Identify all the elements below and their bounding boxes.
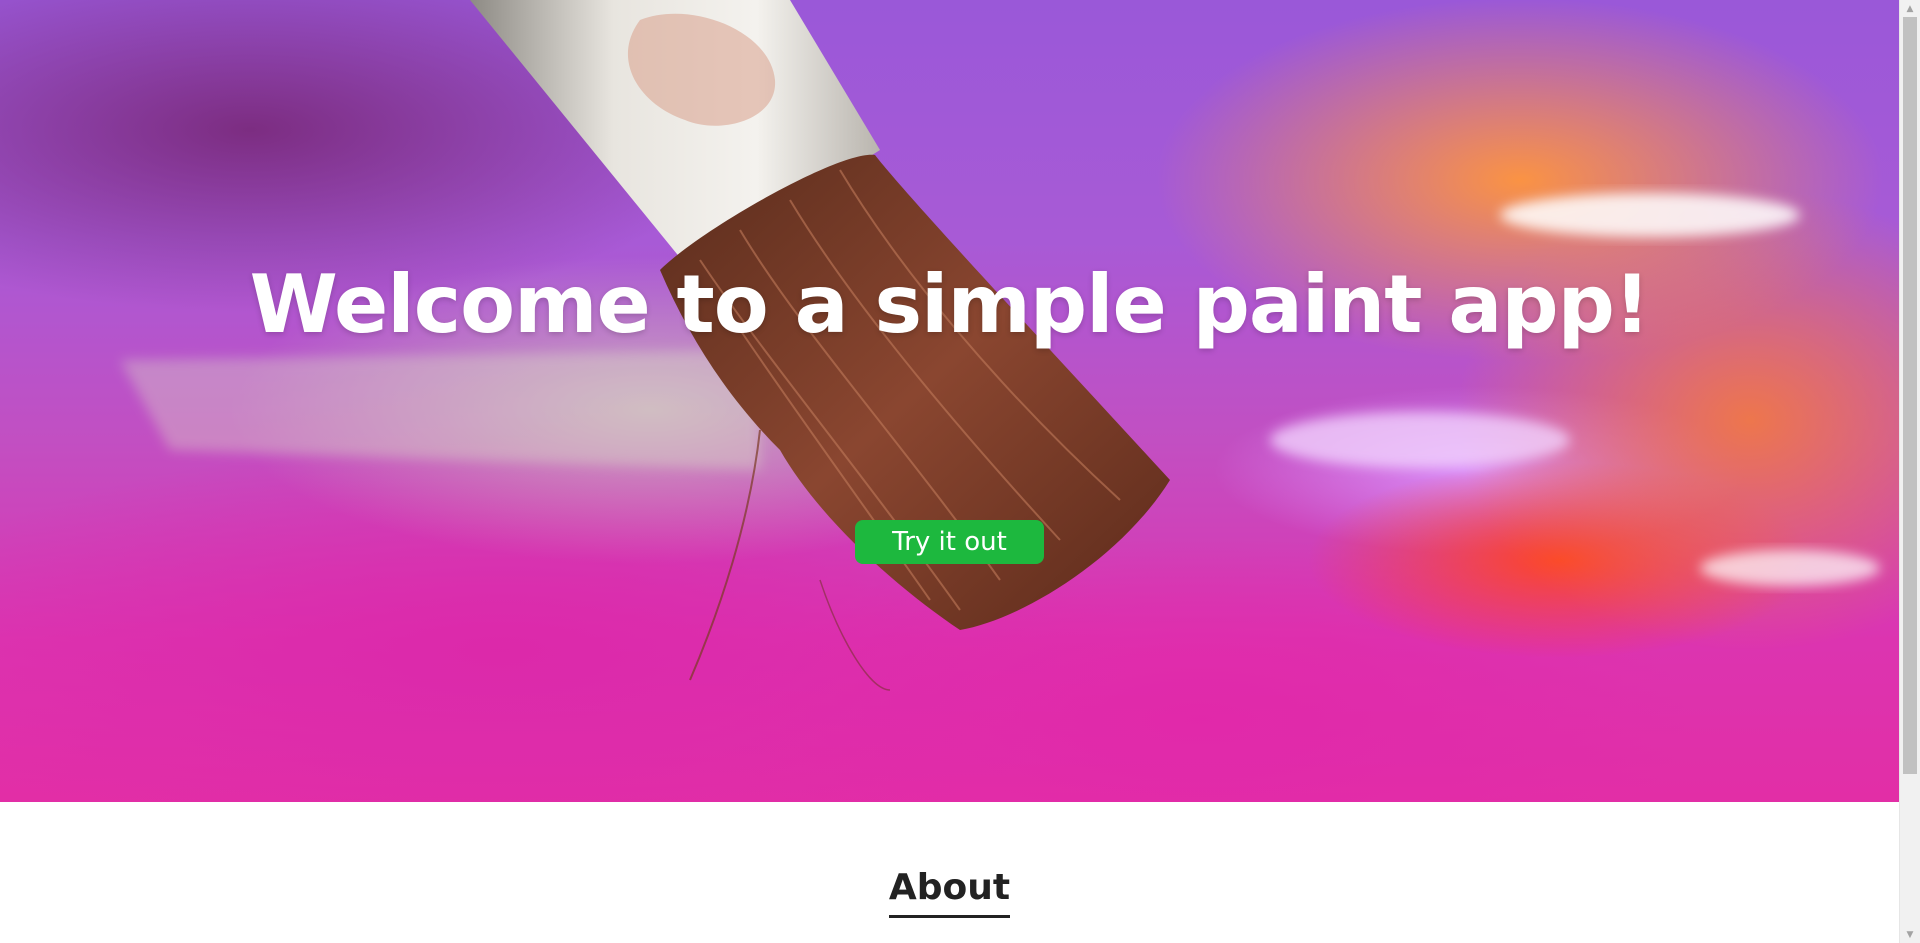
hero-title: Welcome to a simple paint app! — [249, 258, 1651, 351]
try-it-out-button[interactable]: Try it out — [855, 520, 1044, 564]
vertical-scrollbar[interactable]: ▲ ▼ — [1899, 0, 1920, 943]
paintbrush-background-image — [120, 0, 1880, 691]
about-heading-label: About — [888, 863, 1011, 918]
scrollbar-thumb[interactable] — [1903, 17, 1917, 774]
scroll-up-arrow-icon[interactable]: ▲ — [1900, 0, 1920, 17]
page: Welcome to a simple paint app! Try it ou… — [0, 0, 1899, 943]
about-heading: About — [0, 863, 1899, 918]
scroll-down-arrow-icon[interactable]: ▼ — [1900, 926, 1920, 943]
hero-section: Welcome to a simple paint app! Try it ou… — [0, 0, 1899, 802]
